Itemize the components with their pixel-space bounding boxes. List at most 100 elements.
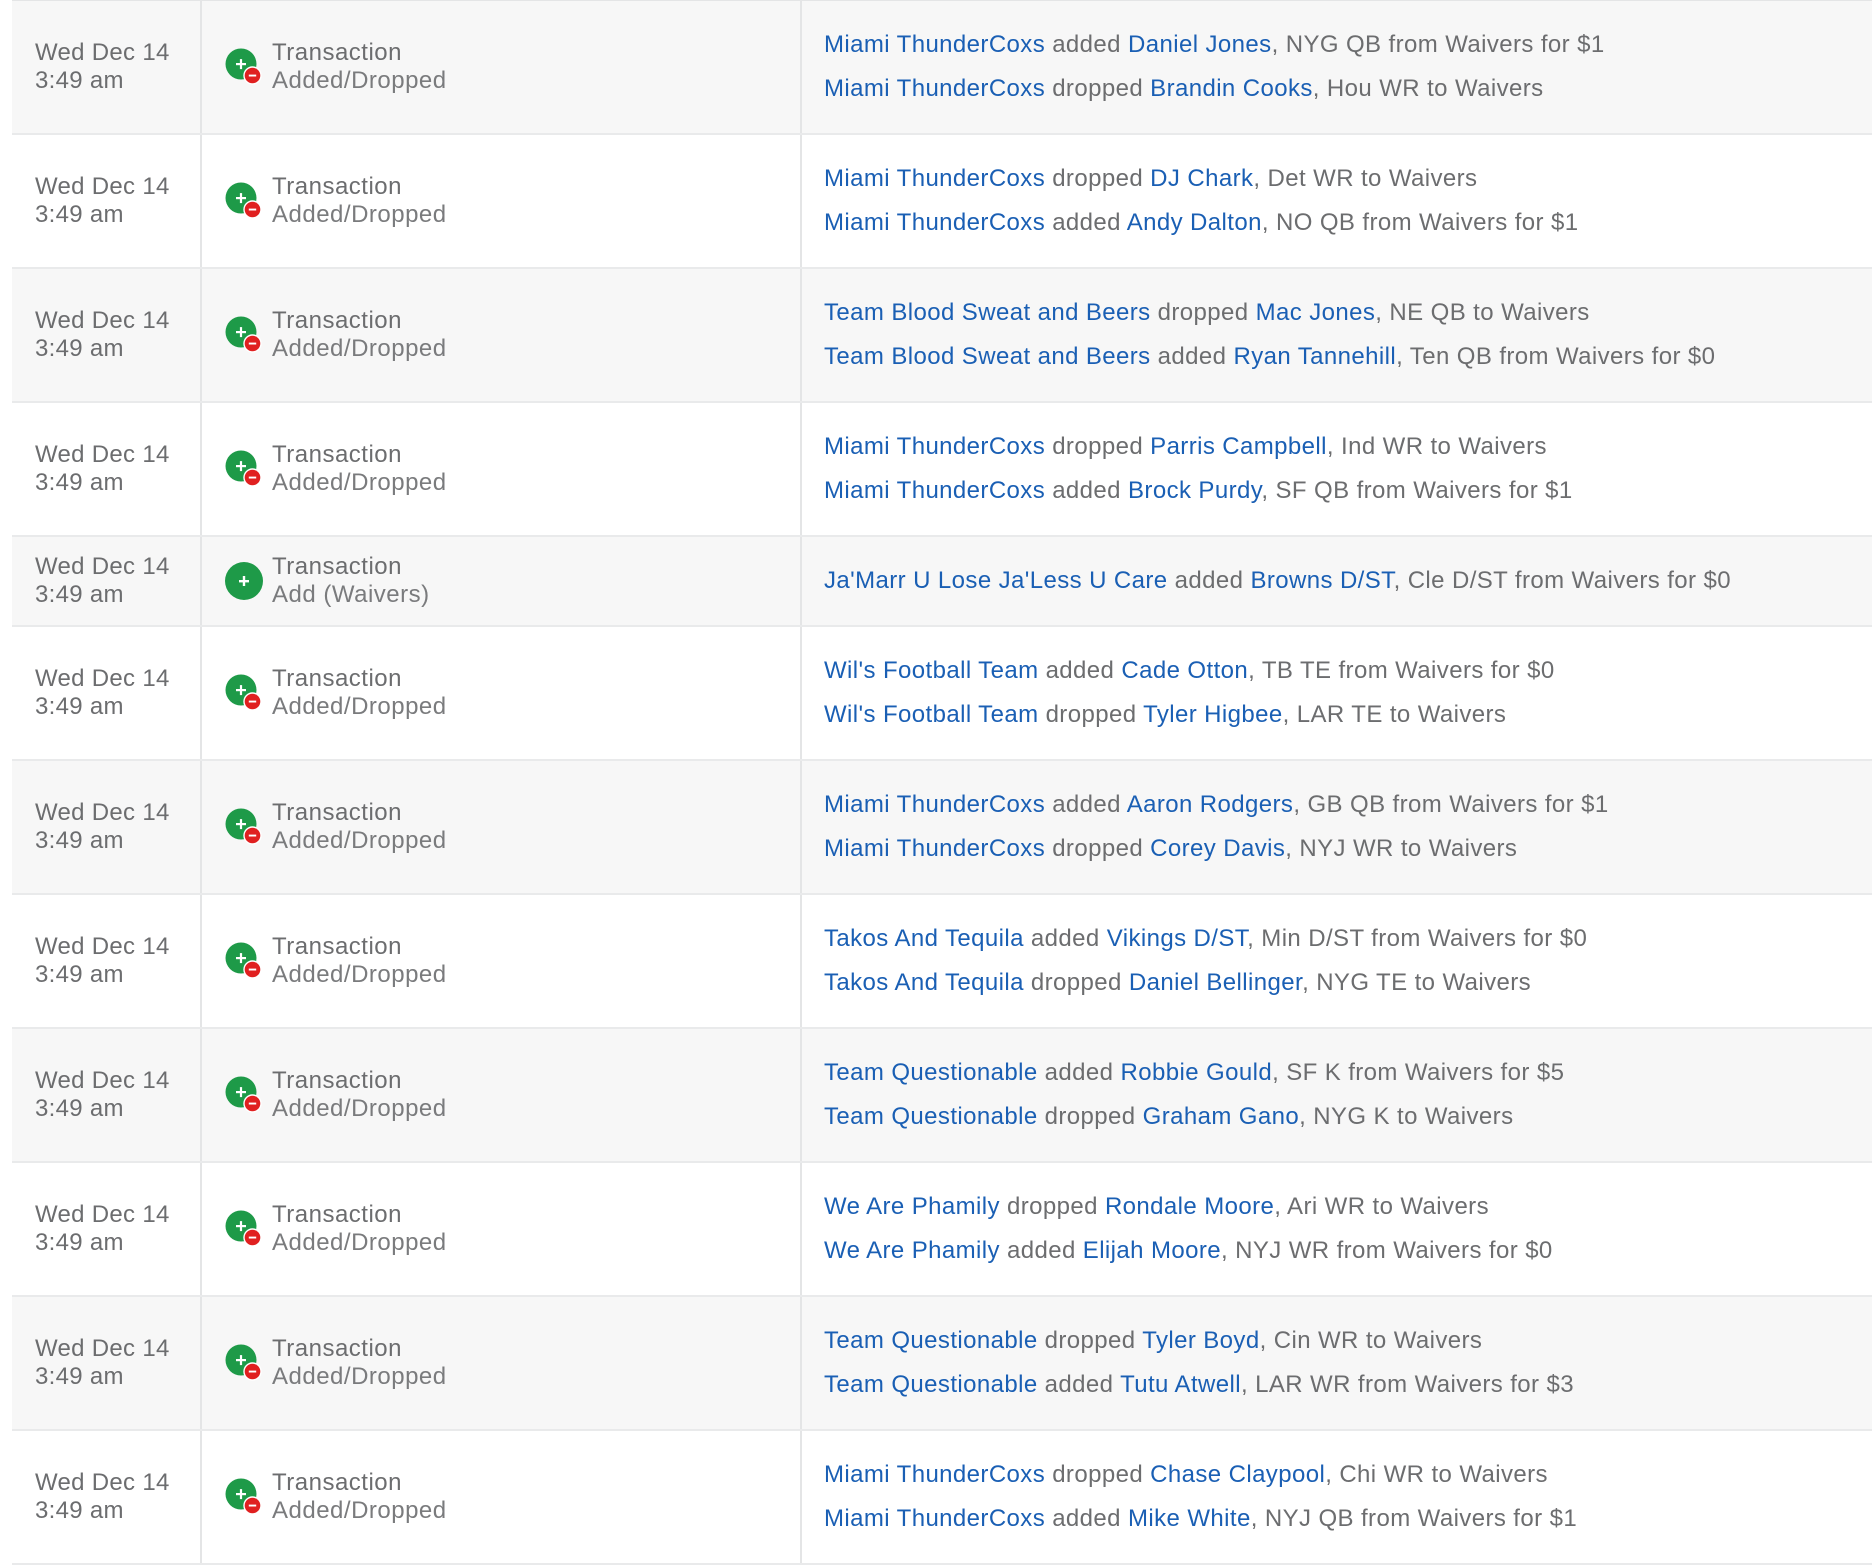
player-link[interactable]: Corey Davis xyxy=(1150,835,1285,862)
player-info-text: , LAR WR from Waivers for $3 xyxy=(1240,1371,1575,1398)
transaction-type: Transaction xyxy=(272,665,402,692)
transaction-row: Wed Dec 14 3:49 am Transaction Add (Waivers… xyxy=(12,537,1872,627)
action-text: added xyxy=(1157,343,1227,370)
player-info-text: , TB TE from Waivers for $0 xyxy=(1248,657,1555,684)
transaction-date: Wed Dec 14 xyxy=(35,553,170,580)
player-info-text: , NYG TE to Waivers xyxy=(1302,969,1532,996)
team-link[interactable]: Miami ThunderCoxs xyxy=(824,31,1045,58)
transaction-time: 3:49 am xyxy=(35,581,124,608)
team-link[interactable]: Miami ThunderCoxs xyxy=(824,835,1045,862)
team-link[interactable]: Miami ThunderCoxs xyxy=(824,1505,1045,1532)
player-link[interactable]: Brock Purdy xyxy=(1128,477,1261,504)
action-text: dropped xyxy=(1052,1461,1144,1488)
player-link[interactable]: Elijah Moore xyxy=(1083,1237,1221,1264)
player-link[interactable]: Browns D/ST xyxy=(1250,567,1393,594)
team-link[interactable]: Team Questionable xyxy=(824,1059,1038,1086)
plus-minus-icon xyxy=(224,315,264,355)
plus-minus-icon xyxy=(224,449,264,489)
player-link[interactable]: Tyler Boyd xyxy=(1142,1327,1259,1354)
team-link[interactable]: Wil's Football Team xyxy=(824,701,1038,728)
player-link[interactable]: Aaron Rodgers xyxy=(1127,791,1294,818)
transaction-type: Transaction xyxy=(272,1469,402,1496)
transaction-detail-line: Miami ThunderCoxs dropped DJ Chark, Det … xyxy=(824,157,1872,201)
transaction-detail-line: Miami ThunderCoxs added Andy Dalton, NO … xyxy=(824,201,1872,245)
team-link[interactable]: Miami ThunderCoxs xyxy=(824,477,1045,504)
player-link[interactable]: Tutu Atwell xyxy=(1120,1371,1241,1398)
player-link[interactable]: Daniel Bellinger xyxy=(1129,969,1302,996)
transaction-subtype: Added/Dropped xyxy=(272,693,447,720)
detail-cell: Miami ThunderCoxs added Daniel Jones, NY… xyxy=(802,1,1872,133)
player-link[interactable]: Tyler Higbee xyxy=(1143,701,1283,728)
team-link[interactable]: Team Questionable xyxy=(824,1103,1038,1130)
team-link[interactable]: Miami ThunderCoxs xyxy=(824,165,1045,192)
transaction-time: 3:49 am xyxy=(35,1363,124,1390)
team-link[interactable]: Miami ThunderCoxs xyxy=(824,791,1045,818)
team-link[interactable]: Miami ThunderCoxs xyxy=(824,1461,1045,1488)
team-link[interactable]: We Are Phamily xyxy=(824,1193,1000,1220)
transaction-type: Transaction xyxy=(272,441,402,468)
player-link[interactable]: Andy Dalton xyxy=(1127,209,1262,236)
type-cell: Transaction Added/Dropped xyxy=(202,1029,802,1161)
detail-cell: Miami ThunderCoxs dropped DJ Chark, Det … xyxy=(802,135,1872,267)
player-info-text: , SF QB from Waivers for $1 xyxy=(1261,477,1573,504)
team-link[interactable]: Miami ThunderCoxs xyxy=(824,75,1045,102)
team-link[interactable]: Miami ThunderCoxs xyxy=(824,209,1045,236)
plus-minus-icon xyxy=(224,1075,264,1115)
team-link[interactable]: Takos And Tequila xyxy=(824,969,1024,996)
player-link[interactable]: Rondale Moore xyxy=(1105,1193,1274,1220)
player-link[interactable]: DJ Chark xyxy=(1150,165,1253,192)
transaction-row: Wed Dec 14 3:49 am Transaction Added/Droppe… xyxy=(12,135,1872,269)
plus-minus-icon xyxy=(224,673,264,713)
transaction-detail-line: Ja'Marr U Lose Ja'Less U Care added Brow… xyxy=(824,559,1872,603)
transaction-date: Wed Dec 14 xyxy=(35,39,170,66)
date-cell: Wed Dec 14 3:49 am xyxy=(12,1,202,133)
plus-icon xyxy=(224,561,264,601)
team-link[interactable]: Team Questionable xyxy=(824,1371,1038,1398)
player-link[interactable]: Vikings D/ST xyxy=(1107,925,1247,952)
team-link[interactable]: Takos And Tequila xyxy=(824,925,1024,952)
team-link[interactable]: Miami ThunderCoxs xyxy=(824,433,1045,460)
date-cell: Wed Dec 14 3:49 am xyxy=(12,1297,202,1429)
transaction-detail-line: Team Blood Sweat and Beers added Ryan Ta… xyxy=(824,335,1872,379)
transaction-date: Wed Dec 14 xyxy=(35,933,170,960)
player-info-text: , NYJ QB from Waivers for $1 xyxy=(1250,1505,1578,1532)
transaction-row: Wed Dec 14 3:49 am Transaction Added/Droppe… xyxy=(12,895,1872,1029)
team-link[interactable]: We Are Phamily xyxy=(824,1237,1000,1264)
transaction-date: Wed Dec 14 xyxy=(35,1469,170,1496)
player-link[interactable]: Graham Gano xyxy=(1143,1103,1299,1130)
team-link[interactable]: Team Blood Sweat and Beers xyxy=(824,343,1151,370)
player-link[interactable]: Ryan Tannehill xyxy=(1234,343,1397,370)
action-text: added xyxy=(1052,31,1121,58)
transaction-time: 3:49 am xyxy=(35,469,124,496)
date-cell: Wed Dec 14 3:49 am xyxy=(12,1029,202,1161)
transaction-subtype: Added/Dropped xyxy=(272,67,447,94)
team-link[interactable]: Team Questionable xyxy=(824,1327,1038,1354)
team-link[interactable]: Ja'Marr U Lose Ja'Less U Care xyxy=(824,567,1168,594)
type-cell: Transaction Added/Dropped xyxy=(202,269,802,401)
player-link[interactable]: Chase Claypool xyxy=(1150,1461,1325,1488)
player-link[interactable]: Robbie Gould xyxy=(1121,1059,1273,1086)
transaction-detail-line: Miami ThunderCoxs dropped Corey Davis, N… xyxy=(824,827,1872,871)
transaction-row: Wed Dec 14 3:49 am Transaction Added/Droppe… xyxy=(12,1029,1872,1163)
transaction-row: Wed Dec 14 3:49 am Transaction Added/Droppe… xyxy=(12,1431,1872,1565)
transaction-subtype: Added/Dropped xyxy=(272,961,447,988)
player-link[interactable]: Daniel Jones xyxy=(1128,31,1272,58)
type-cell: Transaction Added/Dropped xyxy=(202,403,802,535)
team-link[interactable]: Team Blood Sweat and Beers xyxy=(824,299,1151,326)
player-link[interactable]: Parris Campbell xyxy=(1150,433,1327,460)
transaction-subtype: Added/Dropped xyxy=(272,1095,447,1122)
team-link[interactable]: Wil's Football Team xyxy=(824,657,1038,684)
type-cell: Transaction Added/Dropped xyxy=(202,1297,802,1429)
player-link[interactable]: Cade Otton xyxy=(1121,657,1248,684)
plus-minus-icon xyxy=(224,1209,264,1249)
action-text: added xyxy=(1052,209,1121,236)
player-info-text: , Ten QB from Waivers for $0 xyxy=(1396,343,1716,370)
player-link[interactable]: Mike White xyxy=(1128,1505,1251,1532)
transaction-detail-line: Miami ThunderCoxs added Brock Purdy, SF … xyxy=(824,469,1872,513)
player-link[interactable]: Mac Jones xyxy=(1256,299,1376,326)
player-info-text: , Ari WR to Waivers xyxy=(1274,1193,1489,1220)
action-text: added xyxy=(1174,567,1244,594)
type-cell: Transaction Added/Dropped xyxy=(202,895,802,1027)
action-text: dropped xyxy=(1052,835,1144,862)
player-link[interactable]: Brandin Cooks xyxy=(1150,75,1313,102)
